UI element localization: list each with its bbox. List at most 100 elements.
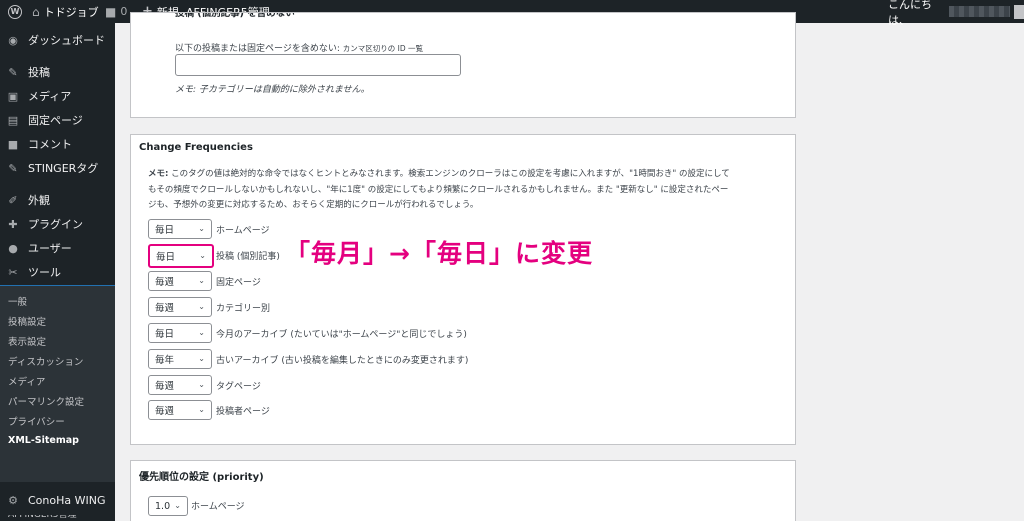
menu-label: プラグイン xyxy=(28,218,83,231)
exclude-ids-hint: カンマ区切りの ID 一覧 xyxy=(342,44,423,53)
account-menu[interactable]: こんにちは、 xyxy=(888,0,1024,27)
menu-label: 固定ページ xyxy=(28,114,83,127)
menu-label: 外観 xyxy=(28,194,50,207)
wrench-icon: ✂ xyxy=(8,265,18,279)
menu-plugins[interactable]: ✚ プラグイン xyxy=(0,212,115,236)
submenu-permalinks[interactable]: パーマリンク設定 xyxy=(8,394,84,408)
chevron-down-icon: ⌄ xyxy=(198,328,205,337)
menu-stinger-tags[interactable]: ✎ STINGERタグ xyxy=(0,156,115,180)
greeting: こんにちは、 xyxy=(888,0,932,27)
freq-select-value: 毎週 xyxy=(155,406,175,417)
page-icon: ▤ xyxy=(7,113,19,127)
exclude-ids-label-text: 以下の投稿または固定ページを含めない: xyxy=(175,44,340,54)
freq-label-categories: カテゴリー別 xyxy=(216,304,271,314)
freq-label-current-archive: 今月のアーカイブ (たいていは"ホームページ"と同じでしょう) xyxy=(216,330,467,340)
site-name: トドジョブ xyxy=(43,5,99,19)
chevron-down-icon: ⌄ xyxy=(198,224,205,233)
menu-label: コメント xyxy=(28,138,72,151)
change-frequencies-note: メモ: このタグの値は絶対的な命令ではなくヒントとみなされます。検索エンジンのク… xyxy=(148,167,788,214)
freq-select-old-archive[interactable]: 毎年 ⌄ xyxy=(148,349,212,369)
freq-select-current-archive[interactable]: 毎日 ⌄ xyxy=(148,323,212,343)
priority-select-homepage[interactable]: 1.0 ⌄ xyxy=(148,496,188,516)
menu-users[interactable]: ● ユーザー xyxy=(0,236,115,260)
dashboard-icon: ◉ xyxy=(8,33,18,47)
change-annotation: 「毎月」→「毎日」に変更 xyxy=(285,239,593,268)
exclusions-cut-heading: 投稿 (個別記事) を含めない xyxy=(175,13,295,19)
freq-select-pages[interactable]: 毎週 ⌄ xyxy=(148,271,212,291)
freq-select-authors[interactable]: 毎週 ⌄ xyxy=(148,400,212,420)
user-icon: ● xyxy=(8,241,18,255)
site-name-link[interactable]: ⌂ トドジョブ xyxy=(32,0,99,23)
plugin-icon: ✚ xyxy=(8,217,18,231)
note-line-2: もその頻度でクロールしないかもしれないし、"年に1度" の設定にしてもより頻繁に… xyxy=(148,184,729,195)
freq-select-value: 毎日 xyxy=(156,252,176,263)
menu-media[interactable]: ▣ メディア xyxy=(0,84,115,108)
settings-submenu: 一般 投稿設定 表示設定 ディスカッション メディア パーマリンク設定 プライバ… xyxy=(0,286,115,482)
menu-label: STINGERタグ xyxy=(28,162,99,175)
chevron-down-icon: ⌄ xyxy=(198,302,205,311)
menu-dashboard[interactable]: ◉ ダッシュボード xyxy=(0,28,115,52)
menu-comments[interactable]: ■ コメント xyxy=(0,132,115,156)
menu-appearance[interactable]: ✐ 外観 xyxy=(0,188,115,212)
freq-label-tags: タグページ xyxy=(216,382,261,392)
freq-select-value: 毎日 xyxy=(155,329,175,340)
freq-label-homepage: ホームページ xyxy=(216,226,270,236)
exclude-ids-input[interactable] xyxy=(175,54,461,76)
freq-select-posts[interactable]: 毎日 ⌄ xyxy=(148,244,214,268)
priority-title: 優先順位の設定 (priority) xyxy=(139,472,264,483)
menu-tools[interactable]: ✂ ツール xyxy=(0,260,115,284)
media-icon: ▣ xyxy=(7,89,19,103)
change-frequencies-panel: Change Frequencies メモ: このタグの値は絶対的な命令ではなく… xyxy=(130,134,796,445)
submenu-general[interactable]: 一般 xyxy=(8,294,27,308)
gear-icon: ⚙ xyxy=(8,493,18,507)
menu-label: 投稿 xyxy=(28,66,50,79)
comment-icon: ■ xyxy=(7,137,19,151)
chevron-down-icon: ⌄ xyxy=(199,251,206,260)
avatar xyxy=(1013,4,1024,19)
submenu-media[interactable]: メディア xyxy=(8,374,45,388)
note-bold: メモ: xyxy=(148,169,169,179)
menu-label: ツール xyxy=(28,266,61,279)
freq-label-authors: 投稿者ページ xyxy=(216,407,270,417)
wordpress-logo-icon[interactable]: W xyxy=(8,0,22,23)
exclude-ids-label: 以下の投稿または固定ページを含めない: カンマ区切りの ID 一覧 xyxy=(175,41,423,54)
menu-conoha-wing[interactable]: ⚙ ConoHa WING xyxy=(0,488,115,512)
priority-select-value: 1.0 xyxy=(155,500,171,512)
home-icon: ⌂ xyxy=(32,4,40,19)
priority-panel: 優先順位の設定 (priority) 1.0 ⌄ ホームページ xyxy=(130,460,796,521)
comments-count: 0 xyxy=(120,5,128,18)
note-line-1: このタグの値は絶対的な命令ではなくヒントとみなされます。検索エンジンのクローラは… xyxy=(168,169,730,179)
menu-affinger-cut[interactable]: AFFINGER5管理 xyxy=(8,515,77,521)
note-line-3: ジも、予想外の変更に対応するため、おそらく定期的にクロールが行われるでしょう。 xyxy=(148,200,479,210)
freq-label-pages: 固定ページ xyxy=(216,278,261,288)
submenu-xml-sitemap[interactable]: XML-Sitemap xyxy=(8,435,79,446)
comments-link[interactable]: ■ 0 xyxy=(105,0,127,23)
chevron-down-icon: ⌄ xyxy=(198,405,205,414)
comment-bubble-icon: ■ xyxy=(105,4,117,19)
submenu-reading[interactable]: 表示設定 xyxy=(8,334,46,348)
menu-pages[interactable]: ▤ 固定ページ xyxy=(0,108,115,132)
freq-select-value: 毎週 xyxy=(155,277,175,288)
exclusions-panel: 投稿 (個別記事) を含めない 以下の投稿または固定ページを含めない: カンマ区… xyxy=(130,12,796,118)
freq-select-value: 毎週 xyxy=(155,381,175,392)
username-redacted xyxy=(949,6,1010,17)
menu-label: メディア xyxy=(28,90,72,103)
pin-icon: ✎ xyxy=(8,161,18,175)
brush-icon: ✐ xyxy=(8,193,18,207)
freq-select-homepage[interactable]: 毎日 ⌄ xyxy=(148,219,212,239)
freq-select-tags[interactable]: 毎週 ⌄ xyxy=(148,375,212,395)
menu-label: ConoHa WING xyxy=(28,493,106,507)
menu-posts[interactable]: ✎ 投稿 xyxy=(0,60,115,84)
submenu-discussion[interactable]: ディスカッション xyxy=(8,354,83,368)
chevron-down-icon: ⌄ xyxy=(198,380,205,389)
submenu-privacy[interactable]: プライバシー xyxy=(8,414,65,428)
menu-label: ダッシュボード xyxy=(28,34,105,47)
submenu-writing[interactable]: 投稿設定 xyxy=(8,314,46,328)
freq-label-old-archive: 古いアーカイブ (古い投稿を編集したときにのみ変更されます) xyxy=(216,356,469,366)
chevron-down-icon: ⌄ xyxy=(174,501,181,510)
freq-select-value: 毎年 xyxy=(155,355,175,366)
freq-select-categories[interactable]: 毎週 ⌄ xyxy=(148,297,212,317)
change-frequencies-title: Change Frequencies xyxy=(139,142,253,153)
priority-label-homepage: ホームページ xyxy=(191,502,245,512)
freq-select-value: 毎週 xyxy=(155,303,175,314)
